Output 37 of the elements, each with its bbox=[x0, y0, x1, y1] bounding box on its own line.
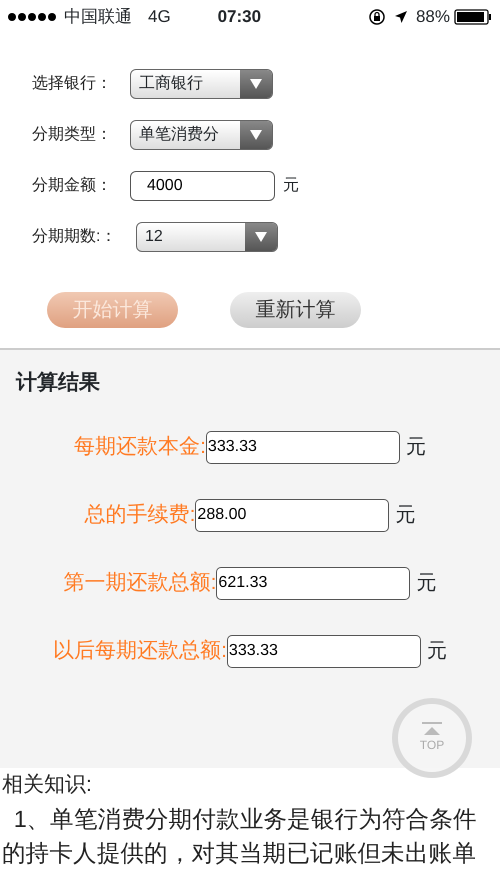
battery-icon bbox=[454, 9, 492, 25]
dropdown[interactable]: 单笔消费分 bbox=[130, 120, 273, 150]
up-arrow-icon bbox=[420, 722, 444, 736]
result-label: 以后每期还款总额: bbox=[53, 638, 227, 664]
input-field[interactable]: 4000 bbox=[130, 170, 275, 200]
result-field[interactable]: 333.33 bbox=[206, 430, 400, 464]
carrier-name: 中国联通 bbox=[64, 6, 132, 28]
unit-label: 元 bbox=[416, 571, 436, 596]
unit-label: 元 bbox=[395, 503, 416, 528]
result-label: 每期还款本金: bbox=[74, 434, 206, 460]
clock-time: 07:30 bbox=[218, 6, 262, 28]
knowledge-title: 相关知识: bbox=[2, 772, 93, 798]
caret-icon bbox=[250, 130, 262, 140]
result-field[interactable]: 333.33 bbox=[226, 634, 421, 668]
dropdown[interactable]: 工商银行 bbox=[130, 68, 273, 98]
caret-icon bbox=[255, 232, 267, 242]
unit-label: 元 bbox=[283, 176, 299, 196]
result-field[interactable]: 288.00 bbox=[195, 498, 390, 532]
result-label: 第一期还款总额: bbox=[64, 570, 216, 596]
section-title: 计算结果 bbox=[14, 370, 101, 396]
knowledge-paragraph: 1、单笔消费分期付款业务是银行为符合条件的持卡人提供的，对其当期已记账但未出账单 bbox=[2, 805, 478, 868]
caret-icon bbox=[250, 78, 262, 88]
rotation-lock-icon bbox=[368, 8, 386, 26]
field-label: 选择银行： bbox=[32, 74, 113, 94]
network-type: 4G bbox=[148, 6, 171, 28]
location-arrow-icon bbox=[394, 10, 408, 24]
reset-button[interactable]: 重新计算 bbox=[230, 292, 361, 328]
field-label: 分期金额： bbox=[32, 176, 113, 196]
unit-label: 元 bbox=[426, 639, 447, 664]
signal-icon bbox=[8, 13, 56, 21]
field-label: 分期期数:： bbox=[32, 226, 118, 246]
unit-label: 元 bbox=[406, 435, 426, 460]
battery-percent: 88% bbox=[416, 6, 450, 28]
field-label: 分期类型： bbox=[32, 124, 113, 144]
result-label: 总的手续费: bbox=[84, 502, 196, 528]
result-field[interactable]: 621.33 bbox=[216, 566, 410, 600]
dropdown[interactable]: 12 bbox=[136, 222, 278, 252]
